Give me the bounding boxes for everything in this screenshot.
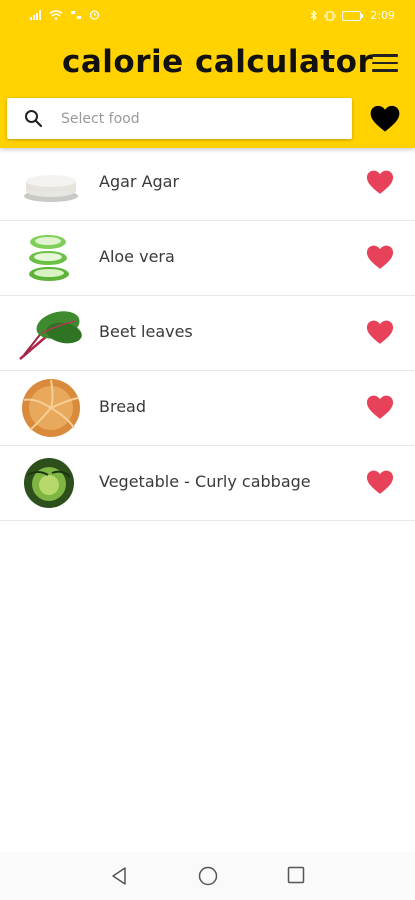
food-name: Aloe vera — [99, 247, 175, 266]
food-item[interactable]: Aloe vera — [0, 221, 415, 296]
food-name: Bread — [99, 397, 147, 416]
search-input[interactable] — [59, 104, 343, 134]
heart-icon — [370, 105, 400, 132]
battery-icon — [342, 10, 364, 21]
food-item[interactable]: Beet leaves — [0, 296, 415, 371]
bread-image — [22, 379, 80, 437]
food-item[interactable]: Agar Agar — [0, 146, 415, 221]
status-bar: 2:09 — [0, 0, 415, 34]
food-list: Agar Agar Aloe vera Beet leaves Bread Ve… — [0, 146, 415, 521]
menu-button[interactable] — [372, 54, 398, 74]
data-speed-icon — [71, 10, 81, 19]
beet-leaves-image — [19, 311, 82, 360]
search-icon — [25, 110, 43, 128]
back-icon[interactable] — [110, 866, 128, 886]
heart-icon[interactable] — [366, 170, 394, 195]
vibrate-icon — [324, 10, 336, 21]
alarm-icon — [89, 10, 100, 20]
home-icon[interactable] — [198, 866, 218, 886]
food-name: Vegetable - Curly cabbage — [99, 472, 311, 491]
food-name: Agar Agar — [99, 172, 180, 191]
heart-icon[interactable] — [366, 245, 394, 270]
heart-icon[interactable] — [366, 395, 394, 420]
aloe-vera-image — [29, 235, 69, 281]
search-box[interactable] — [7, 98, 352, 139]
agar-agar-image — [24, 175, 78, 202]
status-time: 2:09 — [370, 9, 395, 22]
heart-icon[interactable] — [366, 320, 394, 345]
system-nav-bar — [0, 852, 415, 900]
app-title: calorie calculator — [62, 44, 374, 80]
recents-icon[interactable] — [287, 866, 305, 884]
signal-icon — [30, 9, 41, 20]
heart-icon[interactable] — [366, 470, 394, 495]
food-item[interactable]: Vegetable - Curly cabbage — [0, 446, 415, 521]
food-name: Beet leaves — [99, 322, 193, 341]
food-item[interactable]: Bread — [0, 371, 415, 446]
favorites-button[interactable] — [370, 105, 400, 137]
curly-cabbage-image — [24, 458, 74, 508]
app-header: 2:09 calorie calculator — [0, 0, 415, 148]
bluetooth-icon — [310, 10, 318, 21]
wifi-icon — [49, 9, 63, 20]
hamburger-menu-icon — [372, 54, 398, 57]
